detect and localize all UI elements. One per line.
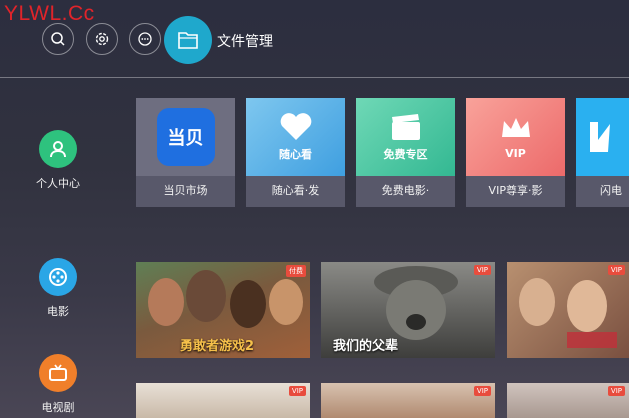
heart-icon <box>280 113 311 140</box>
poster-row2-first[interactable]: VIP <box>136 383 310 418</box>
tv-icon <box>39 354 77 392</box>
vip-badge: VIP <box>607 265 625 275</box>
message-icon <box>138 32 152 46</box>
gear-icon <box>95 32 109 46</box>
app-tile-label: 随心看·发 <box>271 184 320 197</box>
poster-title: 勇敢者游戏2 <box>180 339 255 354</box>
app-tile-label: VIP尊享·影 <box>488 184 543 197</box>
watermark: YLWL.Cc <box>4 2 95 25</box>
sidebar-item-label: 电影 <box>47 305 69 318</box>
clapperboard-icon <box>391 114 420 140</box>
app-tile-vip[interactable]: VIP VIP尊享·影 <box>466 98 565 207</box>
message-button[interactable] <box>129 23 161 55</box>
sidebar-item-tv-series[interactable]: 电视剧 <box>22 354 94 415</box>
vip-badge: VIP <box>473 386 491 396</box>
sidebar-item-label: 个人中心 <box>36 177 80 190</box>
settings-button[interactable] <box>86 23 118 55</box>
search-icon <box>51 32 65 46</box>
app-tile-art-text: 随心看 <box>279 148 312 161</box>
lightning-icon <box>590 122 610 152</box>
file-manager-label: 文件管理 <box>217 34 273 50</box>
vip-badge: VIP <box>473 265 491 275</box>
vip-badge: VIP <box>607 386 625 396</box>
app-tile-art-text: VIP <box>505 146 526 160</box>
app-tile-free-movies[interactable]: 免费专区 免费电影· <box>356 98 455 207</box>
poster-our-fathers[interactable]: VIP 我们的父辈 <box>321 262 495 358</box>
dangbei-logo-icon: 当贝 <box>156 108 215 166</box>
app-tile-label: 当贝市场 <box>163 184 208 197</box>
poster-row2-third[interactable]: VIP <box>507 383 629 418</box>
sidebar-item-label: 电视剧 <box>41 401 75 414</box>
folder-icon <box>178 32 198 49</box>
poster-jumanji[interactable]: 付费 勇敢者游戏2 <box>136 262 310 358</box>
vip-badge: VIP <box>288 386 306 396</box>
app-tile-suixinkan[interactable]: 随心看 随心看·发 <box>246 98 345 207</box>
poster-art <box>519 278 617 348</box>
file-manager-button[interactable] <box>164 16 212 64</box>
poster-third[interactable]: VIP <box>507 262 629 358</box>
app-tile-lightning[interactable]: 闪电 <box>576 98 629 207</box>
app-tile-label: 免费电影· <box>381 184 430 197</box>
film-reel-icon <box>39 258 77 296</box>
poster-title: 我们的父辈 <box>333 339 399 354</box>
sidebar-item-movies[interactable]: 电影 <box>22 258 94 319</box>
poster-row2-second[interactable]: VIP <box>321 383 495 418</box>
app-tile-dangbei-market[interactable]: 当贝 当贝市场 <box>136 98 235 207</box>
top-divider <box>0 77 629 78</box>
app-tile-art-text: 免费专区 <box>383 148 428 161</box>
crown-icon <box>501 117 530 137</box>
person-icon <box>39 130 77 168</box>
search-button[interactable] <box>42 23 74 55</box>
sidebar-item-personal-center[interactable]: 个人中心 <box>22 130 94 191</box>
paid-badge: 付费 <box>286 265 306 277</box>
app-tile-label: 闪电 <box>600 184 622 197</box>
